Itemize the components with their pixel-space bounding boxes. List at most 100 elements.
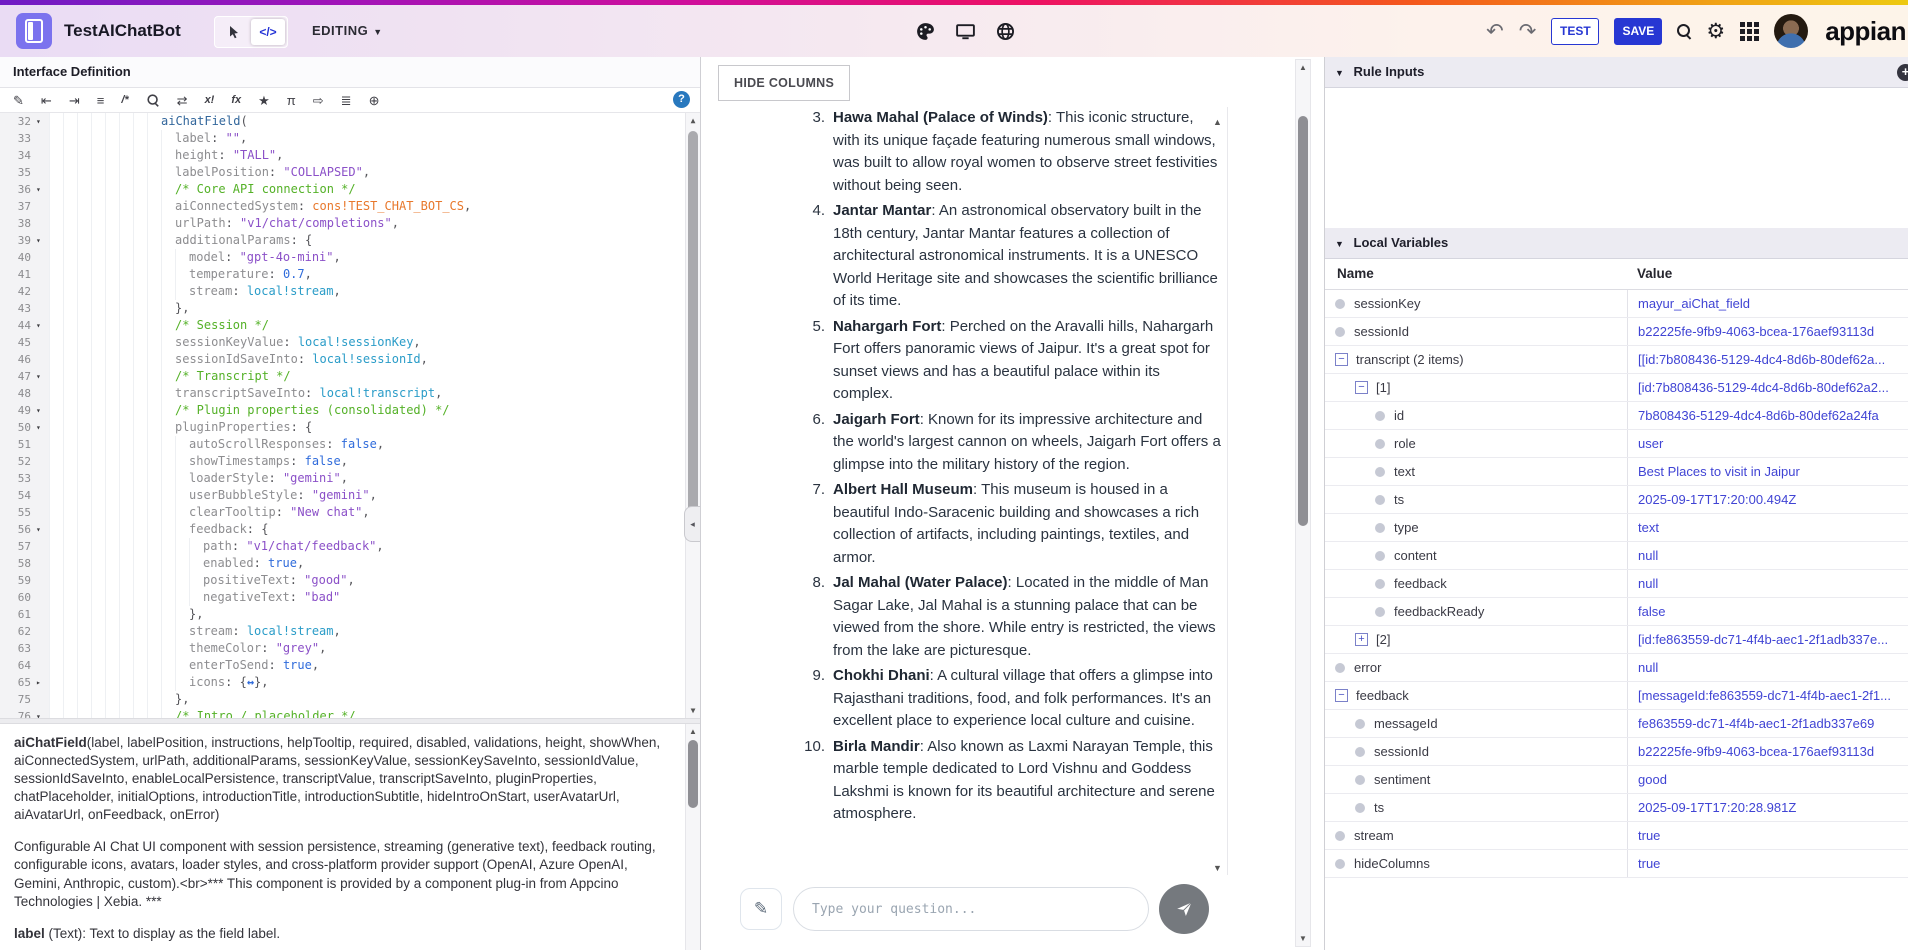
- expand-node-icon[interactable]: +: [1355, 633, 1368, 646]
- chat-question-input[interactable]: [793, 887, 1149, 931]
- variable-row[interactable]: ts2025-09-17T17:20:00.494Z: [1325, 486, 1908, 514]
- code-editor[interactable]: 32▾aiChatField(33label: "",34height: "TA…: [0, 113, 700, 718]
- variable-row[interactable]: typetext: [1325, 514, 1908, 542]
- fold-toggle-icon[interactable]: ▾: [34, 317, 49, 334]
- query-icon[interactable]: ≣: [341, 94, 352, 107]
- variable-value[interactable]: good: [1627, 766, 1908, 793]
- editing-dropdown[interactable]: EDITING▼: [312, 5, 383, 57]
- outdent-icon[interactable]: ⇤: [41, 94, 52, 107]
- variable-value[interactable]: null: [1627, 570, 1908, 597]
- scroll-up-icon[interactable]: ▲: [1296, 63, 1310, 72]
- new-chat-icon[interactable]: ✎: [740, 888, 782, 930]
- locale-globe-icon[interactable]: [995, 21, 1016, 42]
- local-variables-header[interactable]: ▼ Local Variables: [1325, 228, 1908, 259]
- scroll-down-icon[interactable]: ▼: [1296, 934, 1310, 943]
- variable-row[interactable]: sentimentgood: [1325, 766, 1908, 794]
- avatar[interactable]: [1774, 14, 1808, 48]
- variable-value[interactable]: null: [1627, 542, 1908, 569]
- add-rule-input-button[interactable]: +: [1897, 64, 1908, 81]
- variable-row[interactable]: −[1][id:7b808436-5129-4dc4-8d6b-80def62a…: [1325, 374, 1908, 402]
- collapse-left-panel-handle[interactable]: ◂: [684, 506, 700, 542]
- variable-row[interactable]: feedbacknull: [1325, 570, 1908, 598]
- docs-scrollbar[interactable]: ▲: [685, 724, 700, 950]
- variable-row[interactable]: hideColumnstrue: [1325, 850, 1908, 878]
- variable-row[interactable]: sessionIdb22225fe-9fb9-4063-bcea-176aef9…: [1325, 738, 1908, 766]
- variable-row[interactable]: −feedback[messageId:fe863559-dc71-4f4b-a…: [1325, 682, 1908, 710]
- shuffle-icon[interactable]: ⇄: [177, 94, 188, 107]
- comment-icon[interactable]: /*: [121, 95, 128, 106]
- variable-value[interactable]: null: [1627, 654, 1908, 681]
- middle-scrollbar[interactable]: ▲ ▼: [1295, 59, 1311, 947]
- variable-value[interactable]: Best Places to visit in Jaipur: [1627, 458, 1908, 485]
- variable-value[interactable]: fe863559-dc71-4f4b-aec1-2f1adb337e69: [1627, 710, 1908, 737]
- collapse-node-icon[interactable]: −: [1335, 353, 1348, 366]
- variable-value[interactable]: [id:7b808436-5129-4dc4-8d6b-80def62a2...: [1627, 374, 1908, 401]
- star-icon[interactable]: ★: [258, 94, 270, 107]
- variable-row[interactable]: roleuser: [1325, 430, 1908, 458]
- variable-value[interactable]: [[id:7b808436-5129-4dc4-8d6b-80def62a...: [1627, 346, 1908, 373]
- apps-grid-icon[interactable]: [1740, 22, 1759, 41]
- variable-row[interactable]: ts2025-09-17T17:20:28.981Z: [1325, 794, 1908, 822]
- variable-value[interactable]: text: [1627, 514, 1908, 541]
- undo-button[interactable]: ↶: [1486, 21, 1504, 42]
- fold-toggle-icon[interactable]: ▾: [34, 419, 49, 436]
- fold-toggle-icon[interactable]: ▾: [34, 181, 49, 198]
- variable-value[interactable]: [id:fe863559-dc71-4f4b-aec1-2f1adb337e..…: [1627, 626, 1908, 653]
- variable-value[interactable]: false: [1627, 598, 1908, 625]
- docs-scrollbar-thumb[interactable]: [688, 740, 698, 808]
- indent-icon[interactable]: ⇥: [69, 94, 80, 107]
- code-scrollbar[interactable]: ▲ ▼: [685, 113, 700, 718]
- search-icon[interactable]: [1677, 24, 1691, 38]
- scroll-up-icon[interactable]: ▲: [686, 116, 700, 125]
- web-icon[interactable]: ⊕: [369, 94, 380, 107]
- variable-value[interactable]: 2025-09-17T17:20:28.981Z: [1627, 794, 1908, 821]
- fold-toggle-icon[interactable]: ▾: [34, 402, 49, 419]
- collapse-node-icon[interactable]: −: [1355, 381, 1368, 394]
- fold-toggle-icon[interactable]: ▾: [34, 232, 49, 249]
- variable-value[interactable]: 7b808436-5129-4dc4-8d6b-80def62a24fa: [1627, 402, 1908, 429]
- function-icon[interactable]: fx: [231, 95, 241, 106]
- fold-toggle-icon[interactable]: ▾: [34, 521, 49, 538]
- variable-value[interactable]: true: [1627, 850, 1908, 877]
- variable-value[interactable]: 2025-09-17T17:20:00.494Z: [1627, 486, 1908, 513]
- collapse-node-icon[interactable]: −: [1335, 689, 1348, 702]
- design-mode-button[interactable]: [217, 19, 251, 45]
- variable-value[interactable]: b22225fe-9fb9-4063-bcea-176aef93113d: [1627, 738, 1908, 765]
- format-icon[interactable]: ✎: [13, 94, 24, 107]
- fold-toggle-icon[interactable]: ▾: [34, 368, 49, 385]
- variable-row[interactable]: feedbackReadyfalse: [1325, 598, 1908, 626]
- variable-row[interactable]: sessionIdb22225fe-9fb9-4063-bcea-176aef9…: [1325, 318, 1908, 346]
- variable-row[interactable]: textBest Places to visit in Jaipur: [1325, 458, 1908, 486]
- help-icon[interactable]: ?: [673, 91, 690, 108]
- pi-icon[interactable]: π: [287, 94, 296, 107]
- variable-row[interactable]: errornull: [1325, 654, 1908, 682]
- send-button[interactable]: [1159, 884, 1209, 934]
- fold-toggle-icon[interactable]: ▾: [34, 113, 49, 130]
- variable-value[interactable]: true: [1627, 822, 1908, 849]
- middle-scrollbar-thumb[interactable]: [1298, 116, 1308, 526]
- test-button[interactable]: TEST: [1551, 18, 1599, 45]
- variable-row[interactable]: streamtrue: [1325, 822, 1908, 850]
- variable-row[interactable]: +[2][id:fe863559-dc71-4f4b-aec1-2f1adb33…: [1325, 626, 1908, 654]
- variable-value[interactable]: [messageId:fe863559-dc71-4f4b-aec1-2f1..…: [1627, 682, 1908, 709]
- theme-palette-icon[interactable]: [915, 21, 936, 42]
- variable-row[interactable]: contentnull: [1325, 542, 1908, 570]
- hide-columns-button[interactable]: HIDE COLUMNS: [718, 65, 850, 101]
- scroll-down-icon[interactable]: ▼: [686, 706, 700, 715]
- variable-row[interactable]: sessionKeymayur_aiChat_field: [1325, 290, 1908, 318]
- variable-value[interactable]: b22225fe-9fb9-4063-bcea-176aef93113d: [1627, 318, 1908, 345]
- align-icon[interactable]: ≡: [97, 94, 105, 107]
- redo-button[interactable]: ↷: [1519, 21, 1537, 42]
- variable-row[interactable]: id7b808436-5129-4dc4-8d6b-80def62a24fa: [1325, 402, 1908, 430]
- chat-scroll-down-icon[interactable]: ▼: [1213, 863, 1222, 873]
- expression-icon[interactable]: x!: [205, 95, 215, 106]
- gear-icon[interactable]: ⚙: [1706, 21, 1725, 42]
- variable-row[interactable]: messageIdfe863559-dc71-4f4b-aec1-2f1adb3…: [1325, 710, 1908, 738]
- scroll-up-icon[interactable]: ▲: [686, 727, 700, 738]
- variable-value[interactable]: user: [1627, 430, 1908, 457]
- variable-value[interactable]: mayur_aiChat_field: [1627, 290, 1908, 317]
- rule-inputs-header[interactable]: ▼ Rule Inputs +: [1325, 57, 1908, 88]
- code-scrollbar-thumb[interactable]: [688, 131, 698, 521]
- search-icon[interactable]: [147, 94, 158, 105]
- device-preview-icon[interactable]: [955, 21, 976, 42]
